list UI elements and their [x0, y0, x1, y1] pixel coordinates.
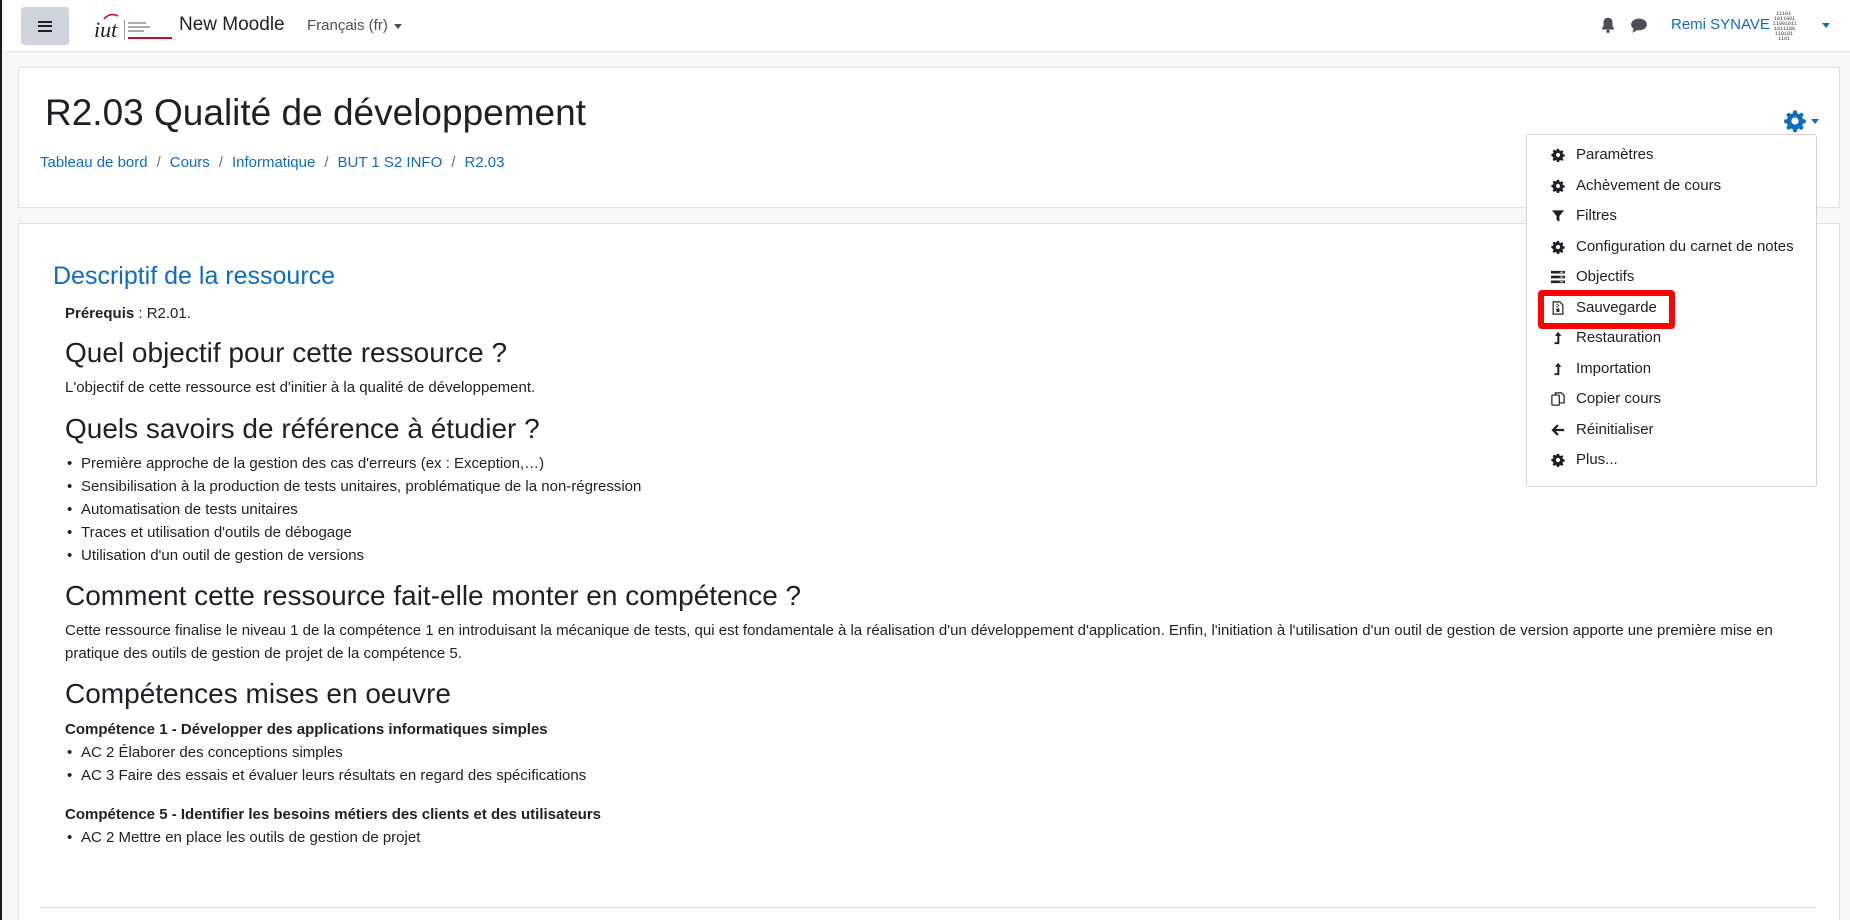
level-up-icon [1554, 362, 1562, 376]
breadcrumb-item-dashboard[interactable]: Tableau de bord [40, 154, 148, 171]
list-item: Traces et utilisation d'outils de déboga… [65, 521, 1795, 544]
filter-icon [1551, 210, 1565, 222]
svg-text:iut: iut [94, 17, 118, 42]
competence1-title-text: Compétence 1 - Développer des applicatio… [65, 721, 548, 738]
breadcrumb-separator: / [324, 154, 329, 171]
site-name[interactable]: New Moodle [179, 14, 285, 36]
course-actions-menu: Paramètres Achèvement de cours Filtres C… [1526, 134, 1817, 487]
menu-item-label: Copier cours [1576, 390, 1662, 407]
menu-item-objectifs[interactable]: Objectifs [1527, 263, 1816, 291]
heading-competences-mises: Compétences mises en oeuvre [65, 678, 451, 709]
menu-item-label: Objectifs [1576, 268, 1635, 285]
competence5-list: AC 2 Mettre en place les outils de gesti… [65, 826, 1795, 849]
competence5-title-text: Compétence 5 - Identifier les besoins mé… [65, 806, 602, 823]
top-navbar: iut New Moodle Français (fr) Remi SYNAVE… [4, 0, 1850, 52]
menu-item-copier[interactable]: Copier cours [1527, 385, 1816, 413]
menu-item-sauvegarde[interactable]: Sauvegarde [1527, 294, 1816, 322]
menu-item-importation[interactable]: Importation [1527, 355, 1816, 383]
divider [40, 907, 1816, 908]
menu-item-reinitialiser[interactable]: Réinitialiser [1527, 416, 1816, 444]
avatar-icon[interactable]: 11101 1011001 11001011 1011100 110101 11… [1772, 9, 1804, 41]
gear-icon [1551, 148, 1565, 162]
list-item: Utilisation d'un outil de gestion de ver… [65, 544, 1795, 567]
menu-item-plus[interactable]: Plus... [1527, 446, 1816, 474]
gear-icon [1551, 453, 1565, 467]
menu-item-label: Filtres [1576, 207, 1617, 224]
menu-item-restauration[interactable]: Restauration [1527, 324, 1816, 352]
list-item: AC 2 Mettre en place les outils de gesti… [65, 826, 1795, 849]
competence1-list: AC 2 Élaborer des conceptions simples AC… [65, 741, 1795, 787]
menu-item-parametres[interactable]: Paramètres [1527, 141, 1816, 169]
language-label: Français (fr) [307, 17, 388, 34]
chevron-down-icon[interactable] [1822, 17, 1830, 35]
menu-item-label: Sauvegarde [1576, 299, 1657, 316]
level-up-icon [1554, 331, 1562, 345]
list-item: AC 3 Faire des essais et évaluer leurs r… [65, 764, 1795, 787]
gear-icon [1551, 240, 1565, 254]
section-title[interactable]: Descriptif de la ressource [53, 262, 335, 291]
breadcrumb-item-r203[interactable]: R2.03 [464, 154, 504, 171]
user-name[interactable]: Remi SYNAVE [1671, 16, 1770, 33]
breadcrumb-item-courses[interactable]: Cours [170, 154, 210, 171]
heading-competence: Comment cette ressource fait-elle monter… [65, 580, 802, 611]
breadcrumb: Tableau de bord / Cours / Informatique /… [40, 154, 504, 171]
menu-item-label: Achèvement de cours [1576, 177, 1722, 194]
gear-icon [1784, 110, 1806, 133]
menu-item-label: Paramètres [1576, 146, 1654, 163]
iut-logo[interactable]: iut [92, 10, 176, 44]
prerequisite-value: : R2.01. [134, 305, 191, 322]
course-actions-toggle[interactable] [1783, 108, 1821, 134]
menu-item-label: Configuration du carnet de notes [1576, 238, 1794, 255]
browser-frame: iut New Moodle Français (fr) Remi SYNAVE… [0, 0, 1850, 920]
prerequisite-label: Prérequis [65, 305, 135, 322]
menu-item-label: Réinitialiser [1576, 421, 1654, 438]
menu-item-label: Restauration [1576, 329, 1662, 346]
arrow-left-icon [1551, 424, 1565, 436]
breadcrumb-item-but1[interactable]: BUT 1 S2 INFO [338, 154, 443, 171]
bell-icon[interactable] [1599, 16, 1617, 34]
svg-text:1101: 1101 [1778, 36, 1790, 41]
list-item: AC 2 Élaborer des conceptions simples [65, 741, 1795, 764]
competence-text: Cette ressource finalise le niveau 1 de … [65, 622, 1773, 662]
file-archive-icon [1552, 301, 1564, 315]
breadcrumb-separator: / [218, 154, 223, 171]
competence5-title: Compétence 5 - Identifier les besoins mé… [65, 803, 1795, 826]
list-icon [1551, 270, 1565, 284]
chat-bubble-icon[interactable] [1630, 16, 1648, 34]
menu-item-label: Importation [1576, 360, 1652, 377]
breadcrumb-separator: / [156, 154, 161, 171]
menu-item-achevement[interactable]: Achèvement de cours [1527, 172, 1816, 200]
copy-icon [1551, 392, 1565, 406]
menu-item-filtres[interactable]: Filtres [1527, 202, 1816, 230]
menu-item-label: Plus... [1576, 451, 1618, 468]
breadcrumb-item-informatique[interactable]: Informatique [232, 154, 315, 171]
competence1-title: Compétence 1 - Développer des applicatio… [65, 718, 1795, 741]
menu-toggle-button[interactable] [21, 7, 69, 45]
menu-icon [38, 20, 52, 32]
menu-item-configuration[interactable]: Configuration du carnet de notes [1527, 233, 1816, 261]
language-menu[interactable]: Français (fr) [307, 17, 402, 34]
gear-icon [1551, 179, 1565, 193]
breadcrumb-separator: / [451, 154, 456, 171]
list-item: Automatisation de tests unitaires [65, 498, 1795, 521]
chevron-down-icon [393, 23, 402, 29]
page-title: R2.03 Qualité de développement [45, 92, 586, 133]
chevron-down-icon [1811, 118, 1819, 124]
